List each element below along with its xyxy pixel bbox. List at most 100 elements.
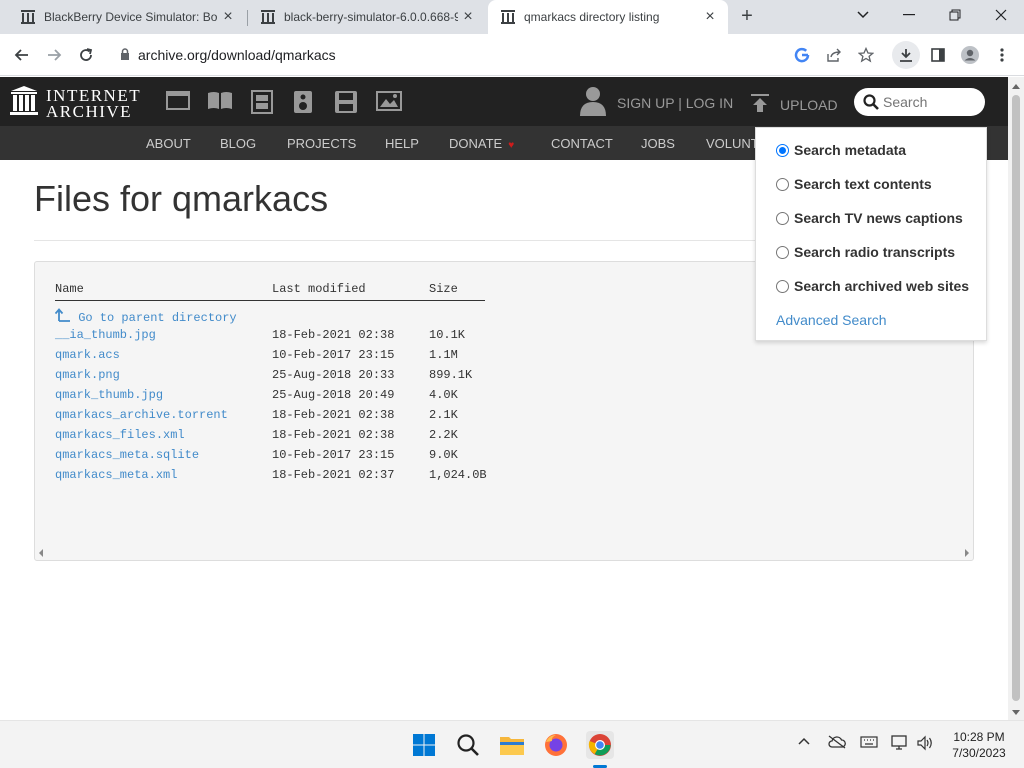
onedrive-cloud-icon[interactable]: [828, 735, 846, 754]
signup-login-link[interactable]: SIGN UP | LOG IN: [579, 86, 733, 119]
option-label[interactable]: Search archived web sites: [794, 278, 969, 294]
page-vertical-scrollbar[interactable]: [1008, 77, 1024, 720]
minimize-icon[interactable]: [886, 0, 932, 30]
column-header-size[interactable]: Size: [429, 282, 458, 296]
browser-tab-active[interactable]: qmarkacs directory listing ×: [488, 0, 728, 34]
search-icon[interactable]: [863, 94, 879, 110]
upload-text[interactable]: UPLOAD: [780, 97, 838, 113]
column-header-modified[interactable]: Last modified: [272, 282, 366, 296]
search-input[interactable]: [883, 94, 979, 110]
file-size: 2.2K: [429, 428, 458, 442]
file-size: 4.0K: [429, 388, 458, 402]
parent-directory-link[interactable]: Go to parent directory: [54, 308, 237, 325]
images-icon[interactable]: [376, 90, 402, 114]
firefox-icon[interactable]: [542, 731, 570, 759]
radio-button-selected[interactable]: [776, 143, 789, 157]
side-panel-icon[interactable]: [924, 41, 952, 69]
share-icon[interactable]: [820, 41, 848, 69]
ia-search-box[interactable]: [854, 88, 985, 116]
file-link[interactable]: qmarkacs_files.xml: [55, 428, 185, 442]
radio-button[interactable]: [776, 245, 789, 259]
windows-start-icon[interactable]: [410, 731, 438, 759]
reload-icon[interactable]: [72, 41, 100, 69]
search-option-text[interactable]: Search text contents: [776, 176, 932, 192]
close-tab-icon[interactable]: ×: [218, 7, 238, 27]
browser-tab[interactable]: black-berry-simulator-6.0.0.668-9 ×: [248, 0, 486, 34]
new-tab-button[interactable]: +: [736, 5, 758, 27]
nav-donate[interactable]: DONATE ♥: [449, 136, 514, 151]
network-icon[interactable]: [890, 735, 910, 756]
nav-projects[interactable]: PROJECTS: [287, 136, 356, 151]
nav-about[interactable]: ABOUT: [146, 136, 191, 151]
chevron-up-icon[interactable]: [798, 735, 810, 754]
browser-tab[interactable]: BlackBerry Device Simulator: Bold ×: [8, 0, 246, 34]
tab-title: qmarkacs directory listing: [524, 10, 660, 24]
forward-icon[interactable]: [40, 41, 68, 69]
listing-header-row: Name Last modified Size: [55, 282, 525, 301]
file-modified: 10-Feb-2017 23:15: [272, 348, 395, 362]
web-icon[interactable]: [166, 90, 190, 114]
ia-logo[interactable]: INTERNET ARCHIVE: [10, 86, 141, 121]
nav-contact[interactable]: CONTACT: [551, 136, 613, 151]
column-header-name[interactable]: Name: [55, 282, 84, 296]
audio-speaker-icon[interactable]: [293, 90, 317, 114]
file-link[interactable]: qmark.acs: [55, 348, 120, 362]
file-size: 10.1K: [429, 328, 466, 342]
file-link[interactable]: qmark.png: [55, 368, 120, 382]
horizontal-scrollbar[interactable]: [35, 546, 973, 560]
option-label[interactable]: Search text contents: [794, 176, 932, 192]
nav-help[interactable]: HELP: [385, 136, 419, 151]
file-size: 1.1M: [429, 348, 458, 362]
file-modified: 18-Feb-2021 02:37: [272, 468, 395, 482]
search-option-web[interactable]: Search archived web sites: [776, 278, 969, 294]
search-icon[interactable]: [454, 731, 482, 759]
nav-donate-label[interactable]: DONATE: [449, 136, 502, 151]
close-tab-icon[interactable]: ×: [458, 7, 478, 27]
radio-button[interactable]: [776, 177, 789, 191]
parent-directory-text[interactable]: Go to parent directory: [78, 311, 236, 325]
page-title: Files for qmarkacs: [34, 178, 329, 219]
bookmark-star-icon[interactable]: [852, 41, 880, 69]
scrollbar-thumb[interactable]: [1012, 95, 1020, 701]
volume-icon[interactable]: [916, 735, 934, 756]
url-text[interactable]: archive.org/download/qmarkacs: [138, 47, 336, 63]
file-modified: 18-Feb-2021 02:38: [272, 408, 395, 422]
chrome-icon[interactable]: [586, 731, 614, 759]
download-icon[interactable]: [892, 41, 920, 69]
back-icon[interactable]: [8, 41, 36, 69]
advanced-search-link[interactable]: Advanced Search: [776, 312, 887, 328]
google-icon[interactable]: [788, 41, 816, 69]
lock-icon[interactable]: [120, 47, 130, 63]
option-label[interactable]: Search metadata: [794, 142, 906, 158]
signup-text[interactable]: SIGN UP | LOG IN: [617, 95, 733, 111]
texts-book-icon[interactable]: [207, 90, 232, 114]
file-link[interactable]: __ia_thumb.jpg: [55, 328, 156, 342]
file-link[interactable]: qmarkacs_meta.sqlite: [55, 448, 199, 462]
radio-button[interactable]: [776, 211, 789, 225]
nav-jobs[interactable]: JOBS: [641, 136, 675, 151]
option-label[interactable]: Search radio transcripts: [794, 244, 955, 260]
search-option-metadata[interactable]: Search metadata: [776, 142, 906, 158]
close-window-icon[interactable]: [978, 0, 1024, 30]
tab-search-icon[interactable]: [840, 0, 886, 30]
nav-blog[interactable]: BLOG: [220, 136, 256, 151]
kebab-menu-icon[interactable]: [988, 41, 1016, 69]
radio-button[interactable]: [776, 279, 789, 293]
keyboard-icon[interactable]: [860, 735, 878, 754]
file-explorer-icon[interactable]: [498, 731, 526, 759]
search-option-radio[interactable]: Search radio transcripts: [776, 244, 955, 260]
file-link[interactable]: qmarkacs_meta.xml: [55, 468, 177, 482]
option-label[interactable]: Search TV news captions: [794, 210, 963, 226]
search-option-tv[interactable]: Search TV news captions: [776, 210, 963, 226]
file-link[interactable]: qmark_thumb.jpg: [55, 388, 163, 402]
software-floppy-icon[interactable]: [334, 90, 358, 114]
nav-volunteer[interactable]: VOLUNT: [706, 136, 759, 151]
video-film-icon[interactable]: [250, 90, 274, 114]
address-bar[interactable]: archive.org/download/qmarkacs: [112, 39, 780, 71]
system-clock[interactable]: 10:28 PM 7/30/2023: [944, 729, 1014, 761]
profile-avatar-icon[interactable]: [956, 41, 984, 69]
restore-icon[interactable]: [932, 0, 978, 30]
upload-link[interactable]: UPLOAD: [750, 93, 838, 116]
file-link[interactable]: qmarkacs_archive.torrent: [55, 408, 228, 422]
close-tab-icon[interactable]: ×: [700, 7, 720, 27]
